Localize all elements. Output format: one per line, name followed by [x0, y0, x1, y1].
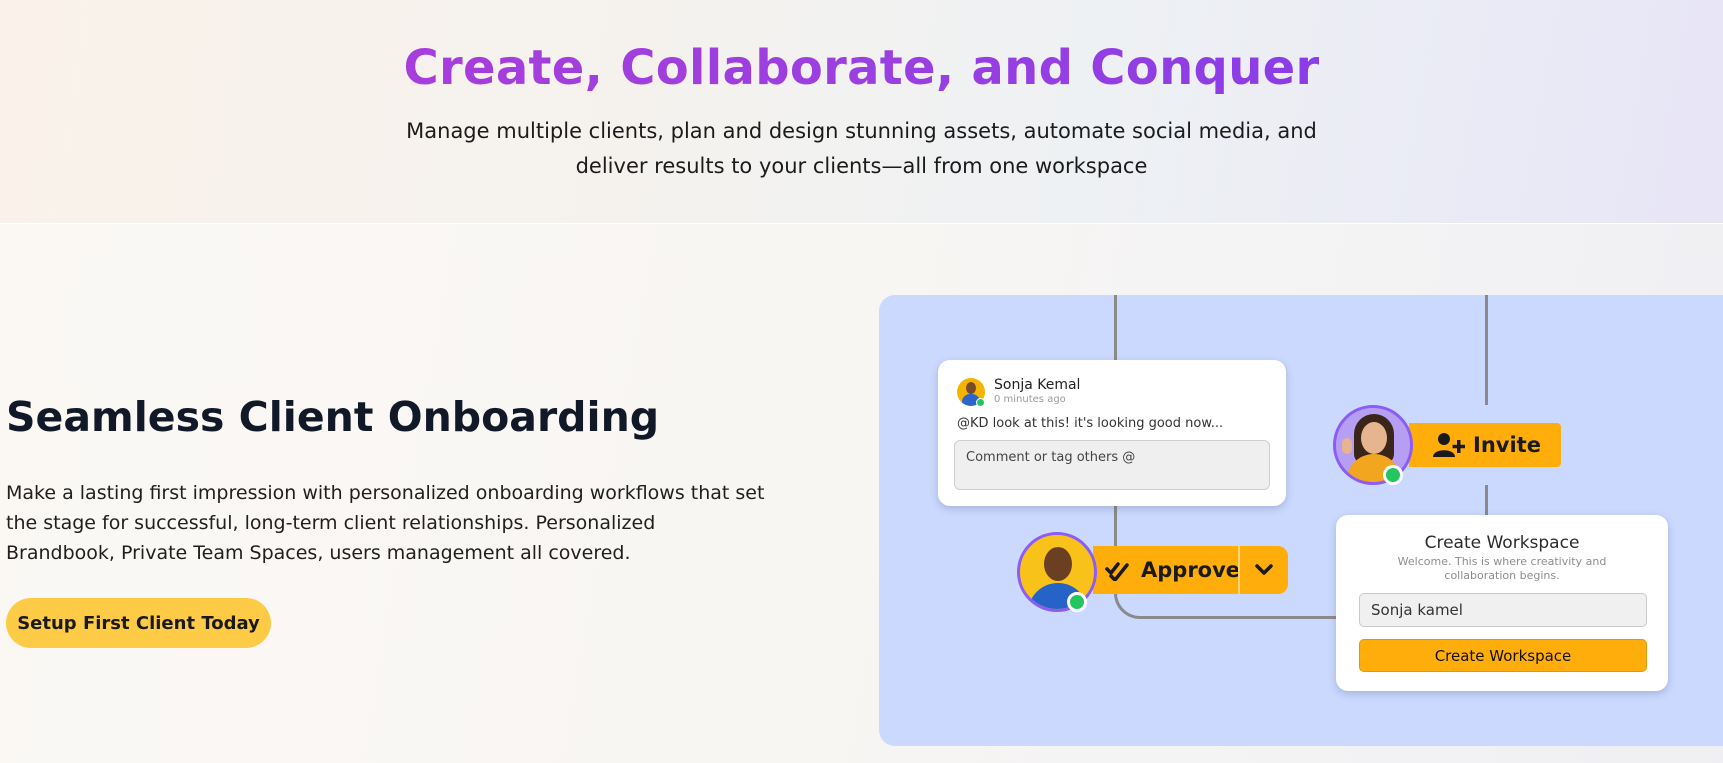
create-workspace-card: Create Workspace Welcome. This is where …	[1336, 515, 1668, 691]
approve-label: Approve	[1141, 558, 1241, 582]
workspace-name-input[interactable]	[1359, 593, 1647, 627]
comment-timestamp: 0 minutes ago	[994, 394, 1066, 405]
feature-title: Seamless Client Onboarding	[6, 393, 660, 441]
online-status-icon	[1383, 465, 1403, 485]
approve-button[interactable]: Approve	[1093, 546, 1241, 594]
connector-line	[1485, 485, 1488, 515]
setup-first-client-button[interactable]: Setup First Client Today	[6, 598, 271, 648]
workspace-card-title: Create Workspace	[1424, 533, 1580, 553]
workspace-card-subtitle: Welcome. This is where creativity and co…	[1397, 555, 1607, 582]
connector-line	[1485, 295, 1488, 405]
feature-description: Make a lasting first impression with per…	[6, 482, 765, 564]
comment-card: Sonja Kemal 0 minutes ago @KD look at th…	[938, 360, 1286, 506]
approve-dropdown-button[interactable]	[1240, 546, 1288, 594]
hero-title: Create, Collaborate, and Conquer	[0, 40, 1723, 96]
chevron-down-icon	[1254, 563, 1274, 577]
hero-subtitle: Manage multiple clients, plan and design…	[406, 119, 1317, 178]
invite-label: Invite	[1473, 433, 1541, 457]
comment-input[interactable]: Comment or tag others @	[954, 440, 1270, 490]
online-status-icon	[976, 398, 985, 407]
comment-author: Sonja Kemal	[994, 377, 1081, 393]
user-plus-icon	[1433, 432, 1465, 458]
create-workspace-button[interactable]: Create Workspace	[1359, 639, 1647, 672]
onboarding-illustration: Sonja Kemal 0 minutes ago @KD look at th…	[879, 295, 1723, 746]
double-check-icon	[1105, 559, 1131, 581]
comment-text: @KD look at this! it's looking good now.…	[957, 416, 1224, 431]
connector-line	[1114, 295, 1117, 360]
online-status-icon	[1067, 592, 1087, 612]
invite-button[interactable]: Invite	[1409, 423, 1561, 467]
hero-section: Create, Collaborate, and Conquer Manage …	[0, 0, 1723, 224]
